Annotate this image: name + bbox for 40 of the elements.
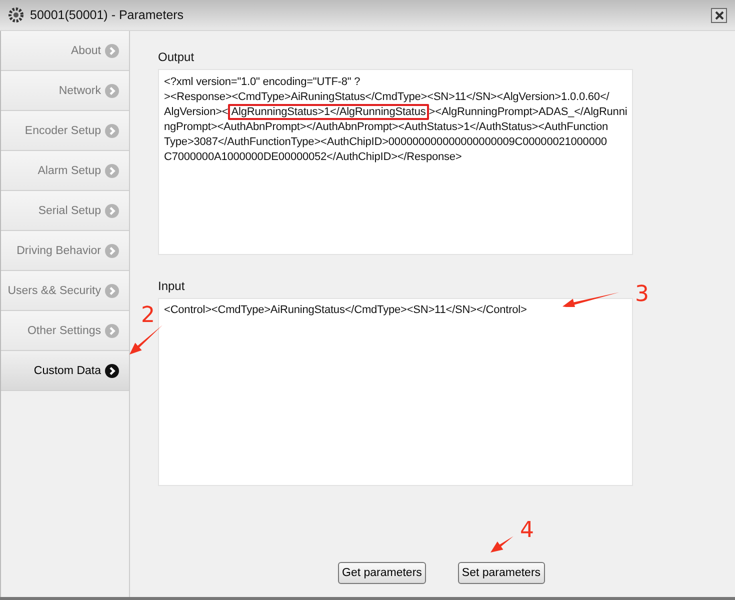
window-title: 50001(50001) - Parameters bbox=[30, 8, 185, 22]
output-field[interactable] bbox=[158, 69, 633, 255]
sidebar-item[interactable]: Encoder Setup bbox=[1, 111, 129, 151]
chevron-icon bbox=[105, 204, 119, 218]
set-parameters-button[interactable]: Set parameters bbox=[458, 562, 545, 584]
sidebar-item[interactable]: About bbox=[1, 31, 129, 71]
annotation-arrow bbox=[490, 536, 514, 553]
chevron-icon bbox=[105, 124, 119, 138]
sidebar-item[interactable]: Other Settings bbox=[1, 311, 129, 351]
gear-icon bbox=[8, 7, 24, 23]
chevron-icon bbox=[105, 244, 119, 258]
sidebar-item[interactable]: Driving Behavior bbox=[1, 231, 129, 271]
annotation-number: 2 bbox=[141, 303, 155, 328]
highlighted-text: AlgRunningStatus>1</AlgRunningStatus bbox=[228, 104, 429, 120]
output-text: ><AlgRunningPrompt>ADAS_</AlgRunni bbox=[428, 106, 628, 118]
output-text: ><Response><CmdType>AiRuningStatus</CmdType><SN>11</SN><AlgVersion>1.0.0.60</ bbox=[164, 91, 610, 103]
output-label: Output bbox=[158, 50, 196, 64]
sidebar-item[interactable]: Serial Setup bbox=[1, 191, 129, 231]
output-text: C7000000A1000000DE00000052</AuthChipID></Response> bbox=[164, 151, 462, 163]
chevron-icon bbox=[105, 84, 119, 98]
output-text: Type>3087</AuthFunctionType><AuthChipID>000000000000000000009C00000021000000 bbox=[164, 136, 607, 148]
output-text: <?xml version="1.0" encoding="UTF-8" ? bbox=[164, 76, 360, 88]
sidebar-item[interactable]: Alarm Setup bbox=[1, 151, 129, 191]
output-text: AlgVersion>< bbox=[164, 106, 228, 118]
annotation-arrow bbox=[562, 292, 620, 307]
get-parameters-button[interactable]: Get parameters bbox=[338, 562, 426, 584]
sidebar-item[interactable]: Network bbox=[1, 71, 129, 111]
chevron-icon bbox=[105, 284, 119, 298]
chevron-icon bbox=[105, 44, 119, 58]
chevron-icon bbox=[105, 164, 119, 178]
close-button[interactable] bbox=[711, 8, 727, 22]
sidebar-item[interactable]: Users && Security bbox=[1, 271, 129, 311]
input-field[interactable]: <Control><CmdType>AiRuningStatus</CmdType><SN>11</SN></Control> bbox=[158, 298, 633, 486]
annotation-number: 4 bbox=[520, 518, 534, 543]
close-icon bbox=[714, 10, 724, 20]
chevron-icon bbox=[105, 324, 119, 338]
annotation-number: 3 bbox=[635, 282, 649, 307]
chevron-icon bbox=[105, 364, 119, 378]
output-text: ngPrompt><AuthAbnPrompt></AuthAbnPrompt><AuthStatus>1</AuthStatus><AuthFunction bbox=[164, 121, 608, 133]
annotation-arrow bbox=[129, 325, 163, 355]
